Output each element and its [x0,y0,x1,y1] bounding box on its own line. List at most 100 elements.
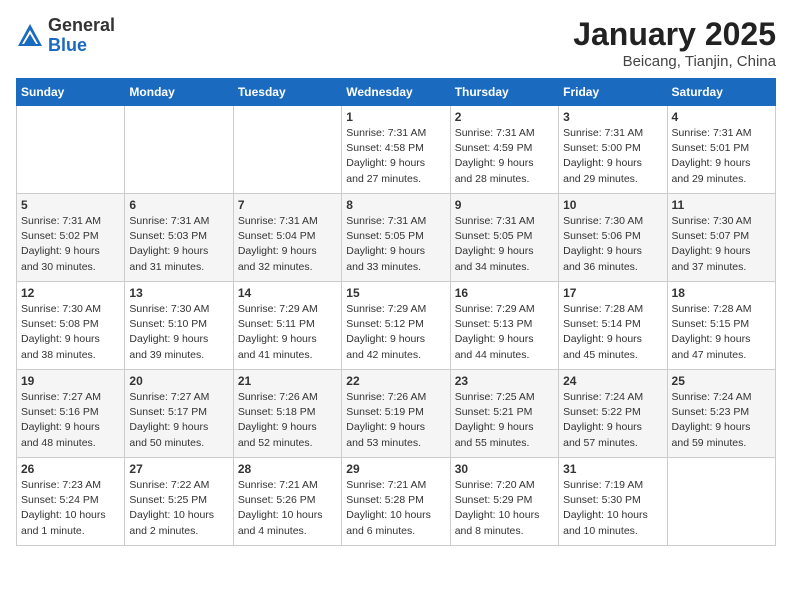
day-number: 29 [346,462,445,476]
col-header-monday: Monday [125,79,233,106]
calendar-cell: 6 Sunrise: 7:31 AM Sunset: 5:03 PM Daylig… [125,194,233,282]
calendar-cell: 30 Sunrise: 7:20 AM Sunset: 5:29 PM Dayli… [450,458,558,546]
calendar-title: January 2025 [573,16,776,53]
col-header-tuesday: Tuesday [233,79,341,106]
calendar-cell [233,106,341,194]
page-header: General Blue January 2025 Beicang, Tianj… [16,16,776,70]
day-info: Sunrise: 7:22 AM Sunset: 5:25 PM Dayligh… [129,478,228,539]
calendar-cell: 28Sunrise: 7:21 AM Sunset: 5:26 PM Dayli… [233,458,341,546]
day-info: Sunrise: 7:19 AM Sunset: 5:30 PM Dayligh… [563,478,662,539]
day-info: Sunrise: 7:29 AM Sunset: 5:11 PM Dayligh… [238,302,337,363]
day-info: Sunrise: 7:30 AM Sunset: 5:08 PM Dayligh… [21,302,120,363]
day-info: Sunrise: 7:26 AM Sunset: 5:18 PM Dayligh… [238,390,337,451]
logo: General Blue [16,16,115,56]
calendar-cell [17,106,125,194]
calendar-cell: 8 Sunrise: 7:31 AM Sunset: 5:05 PM Daylig… [342,194,450,282]
day-number: 18 [672,286,771,300]
day-number: 10 [563,198,662,212]
day-number: 30 [455,462,554,476]
day-info: Sunrise: 7:26 AM Sunset: 5:19 PM Dayligh… [346,390,445,451]
day-number: 28 [238,462,337,476]
day-number: 27 [129,462,228,476]
day-info: Sunrise: 7:27 AM Sunset: 5:16 PM Dayligh… [21,390,120,451]
calendar-cell: 4Sunrise: 7:31 AM Sunset: 5:01 PM Daylig… [667,106,775,194]
day-info: Sunrise: 7:27 AM Sunset: 5:17 PM Dayligh… [129,390,228,451]
day-info: Sunrise: 7:30 AM Sunset: 5:07 PM Dayligh… [672,214,771,275]
day-number: 23 [455,374,554,388]
day-info: Sunrise: 7:31 AM Sunset: 5:05 PM Dayligh… [346,214,445,275]
day-info: Sunrise: 7:24 AM Sunset: 5:22 PM Dayligh… [563,390,662,451]
calendar-cell: 27 Sunrise: 7:22 AM Sunset: 5:25 PM Dayli… [125,458,233,546]
day-info: Sunrise: 7:24 AM Sunset: 5:23 PM Dayligh… [672,390,771,451]
calendar-cell: 31 Sunrise: 7:19 AM Sunset: 5:30 PM Dayli… [559,458,667,546]
day-number: 11 [672,198,771,212]
calendar-cell: 24 Sunrise: 7:24 AM Sunset: 5:22 PM Dayli… [559,370,667,458]
day-number: 6 [129,198,228,212]
day-number: 15 [346,286,445,300]
day-number: 16 [455,286,554,300]
calendar-cell: 25Sunrise: 7:24 AM Sunset: 5:23 PM Dayli… [667,370,775,458]
day-info: Sunrise: 7:31 AM Sunset: 4:59 PM Dayligh… [455,126,554,187]
day-info: Sunrise: 7:28 AM Sunset: 5:14 PM Dayligh… [563,302,662,363]
calendar-cell: 19 Sunrise: 7:27 AM Sunset: 5:16 PM Dayli… [17,370,125,458]
calendar-cell: 2 Sunrise: 7:31 AM Sunset: 4:59 PM Daylig… [450,106,558,194]
day-number: 14 [238,286,337,300]
day-info: Sunrise: 7:28 AM Sunset: 5:15 PM Dayligh… [672,302,771,363]
day-number: 3 [563,110,662,124]
day-number: 4 [672,110,771,124]
calendar-cell: 20 Sunrise: 7:27 AM Sunset: 5:17 PM Dayli… [125,370,233,458]
day-info: Sunrise: 7:20 AM Sunset: 5:29 PM Dayligh… [455,478,554,539]
calendar-cell: 26 Sunrise: 7:23 AM Sunset: 5:24 PM Dayli… [17,458,125,546]
day-info: Sunrise: 7:31 AM Sunset: 5:03 PM Dayligh… [129,214,228,275]
calendar-cell: 1Sunrise: 7:31 AM Sunset: 4:58 PM Daylig… [342,106,450,194]
col-header-friday: Friday [559,79,667,106]
col-header-saturday: Saturday [667,79,775,106]
calendar-cell: 12 Sunrise: 7:30 AM Sunset: 5:08 PM Dayli… [17,282,125,370]
day-number: 17 [563,286,662,300]
logo-blue-text: Blue [48,35,87,55]
day-info: Sunrise: 7:29 AM Sunset: 5:12 PM Dayligh… [346,302,445,363]
calendar-cell: 17 Sunrise: 7:28 AM Sunset: 5:14 PM Dayli… [559,282,667,370]
day-number: 12 [21,286,120,300]
calendar-cell: 13 Sunrise: 7:30 AM Sunset: 5:10 PM Dayli… [125,282,233,370]
day-number: 24 [563,374,662,388]
day-number: 9 [455,198,554,212]
day-info: Sunrise: 7:31 AM Sunset: 5:02 PM Dayligh… [21,214,120,275]
day-info: Sunrise: 7:30 AM Sunset: 5:06 PM Dayligh… [563,214,662,275]
day-number: 26 [21,462,120,476]
calendar-cell: 11 Sunrise: 7:30 AM Sunset: 5:07 PM Dayli… [667,194,775,282]
calendar-cell: 18 Sunrise: 7:28 AM Sunset: 5:15 PM Dayli… [667,282,775,370]
day-info: Sunrise: 7:31 AM Sunset: 5:05 PM Dayligh… [455,214,554,275]
day-info: Sunrise: 7:25 AM Sunset: 5:21 PM Dayligh… [455,390,554,451]
day-number: 20 [129,374,228,388]
col-header-thursday: Thursday [450,79,558,106]
day-info: Sunrise: 7:21 AM Sunset: 5:28 PM Dayligh… [346,478,445,539]
day-info: Sunrise: 7:29 AM Sunset: 5:13 PM Dayligh… [455,302,554,363]
day-number: 31 [563,462,662,476]
calendar-cell: 14 Sunrise: 7:29 AM Sunset: 5:11 PM Dayli… [233,282,341,370]
calendar-cell: 5 Sunrise: 7:31 AM Sunset: 5:02 PM Daylig… [17,194,125,282]
day-info: Sunrise: 7:31 AM Sunset: 5:00 PM Dayligh… [563,126,662,187]
col-header-sunday: Sunday [17,79,125,106]
calendar-cell: 21 Sunrise: 7:26 AM Sunset: 5:18 PM Dayli… [233,370,341,458]
day-number: 7 [238,198,337,212]
calendar-cell [125,106,233,194]
day-info: Sunrise: 7:23 AM Sunset: 5:24 PM Dayligh… [21,478,120,539]
day-number: 21 [238,374,337,388]
day-number: 2 [455,110,554,124]
calendar-cell: 3 Sunrise: 7:31 AM Sunset: 5:00 PM Daylig… [559,106,667,194]
day-number: 5 [21,198,120,212]
calendar-cell: 23 Sunrise: 7:25 AM Sunset: 5:21 PM Dayli… [450,370,558,458]
day-number: 19 [21,374,120,388]
logo-icon [16,22,44,50]
day-number: 13 [129,286,228,300]
calendar-cell: 9 Sunrise: 7:31 AM Sunset: 5:05 PM Daylig… [450,194,558,282]
day-info: Sunrise: 7:30 AM Sunset: 5:10 PM Dayligh… [129,302,228,363]
logo-general-text: General [48,15,115,35]
calendar-cell: 10 Sunrise: 7:30 AM Sunset: 5:06 PM Dayli… [559,194,667,282]
day-number: 8 [346,198,445,212]
calendar-cell [667,458,775,546]
calendar-cell: 15 Sunrise: 7:29 AM Sunset: 5:12 PM Dayli… [342,282,450,370]
day-number: 22 [346,374,445,388]
day-info: Sunrise: 7:31 AM Sunset: 5:04 PM Dayligh… [238,214,337,275]
